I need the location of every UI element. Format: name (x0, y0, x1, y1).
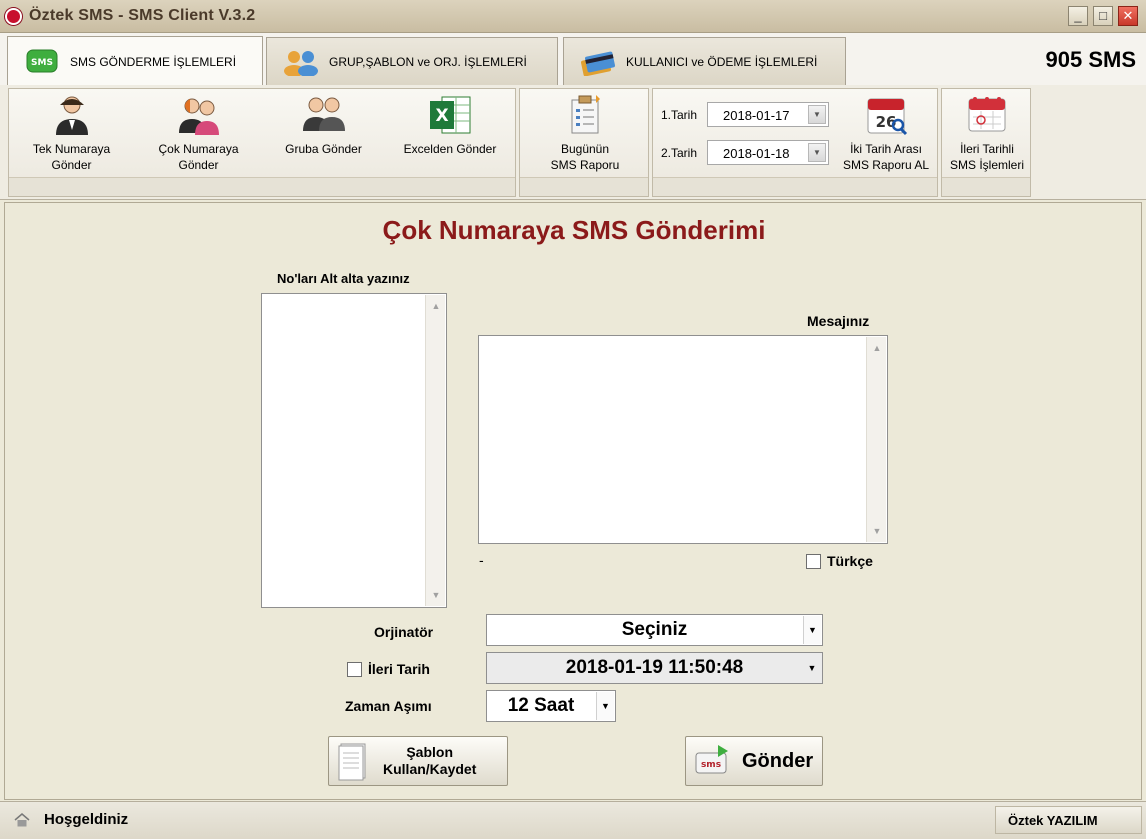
originator-label: Orjinatör (374, 624, 434, 640)
report-icon (563, 93, 607, 137)
single-number-send-button[interactable]: Tek Numaraya Gönder (19, 93, 124, 173)
ribbon: Tek Numaraya Gönder Çok Numaraya Gönder … (0, 85, 1146, 200)
button-label: İleri Tarihli (960, 142, 1014, 156)
button-label: Excelden Gönder (403, 142, 497, 156)
scroll-up-icon[interactable]: ▲ (869, 339, 885, 357)
tab-sms-sending[interactable]: SMS SMS GÖNDERME İŞLEMLERİ (7, 36, 263, 86)
button-label: Gönder (51, 158, 92, 172)
user-icon (50, 93, 94, 137)
date1-picker[interactable]: 2018-01-17 ▼ (707, 102, 829, 127)
char-counter: - (479, 552, 484, 568)
button-label: Tek Numaraya (32, 142, 111, 156)
home-icon (14, 813, 30, 827)
send-button-label: Gönder (742, 749, 814, 772)
sms-bubble-icon: SMS (22, 47, 62, 77)
turkish-label: Türkçe (827, 553, 873, 569)
send-button[interactable]: sms Gönder (685, 736, 823, 786)
scheduled-sms-button[interactable]: İleri Tarihli SMS İşlemleri (944, 93, 1030, 173)
message-scrollbar[interactable]: ▲ ▼ (866, 337, 886, 542)
template-label-line1: Şablon (406, 744, 454, 760)
button-label: SMS İşlemleri (949, 158, 1024, 172)
template-document-icon (335, 741, 375, 781)
button-label: Çok Numaraya (158, 142, 239, 156)
calendar-icon (965, 93, 1009, 137)
today-report-button[interactable]: Bugünün SMS Raporu (530, 93, 640, 173)
originator-select[interactable]: Seçiniz ▼ (486, 614, 823, 646)
timeout-label: Zaman Aşımı (345, 698, 432, 714)
chevron-down-icon[interactable]: ▼ (808, 143, 826, 162)
ribbon-group-send: Tek Numaraya Gönder Çok Numaraya Gönder … (8, 88, 516, 197)
multi-number-send-button[interactable]: Çok Numaraya Gönder (146, 93, 251, 173)
sms-send-icon: sms (694, 743, 734, 779)
button-label: Gönder (178, 158, 219, 172)
button-label: Gruba Gönder (285, 142, 362, 156)
date1-label: 1.Tarih (661, 108, 698, 122)
group-icon (302, 93, 346, 137)
status-company: Öztek YAZILIM (995, 806, 1142, 834)
range-report-button[interactable]: 26 İki Tarih Arası SMS Raporu AL (837, 93, 935, 173)
button-label: SMS Raporu (550, 158, 620, 172)
app-logo-icon (5, 8, 22, 25)
turkish-checkbox[interactable] (806, 554, 821, 569)
future-date-label: İleri Tarih (368, 661, 430, 677)
ribbon-group-scheduled: İleri Tarihli SMS İşlemleri (941, 88, 1031, 197)
status-welcome: Hoşgeldiniz (44, 811, 129, 828)
tab-label: KULLANICI ve ÖDEME İŞLEMLERİ (626, 54, 818, 69)
template-button[interactable]: Şablon Kullan/Kaydet (328, 736, 508, 786)
close-button[interactable]: ✕ (1118, 6, 1138, 26)
tab-label: GRUP,ŞABLON ve ORJ. İŞLEMLERİ (329, 54, 527, 69)
calendar-search-icon: 26 (864, 93, 908, 137)
future-date-value: 2018-01-19 11:50:48 (565, 657, 744, 678)
credit-cards-icon (578, 47, 618, 77)
excel-send-button[interactable]: X Excelden Gönder (395, 93, 505, 157)
ribbon-group-date-range: 1.Tarih 2018-01-17 ▼ 2.Tarih 2018-01-18 … (652, 88, 938, 197)
window-title: Öztek SMS - SMS Client V.3.2 (29, 7, 256, 24)
group-send-button[interactable]: Gruba Gönder (271, 93, 376, 157)
timeout-select[interactable]: 12 Saat ▼ (486, 690, 616, 722)
ribbon-group-today-report: Bugünün SMS Raporu (519, 88, 649, 197)
numbers-label: No'ları Alt alta yazınız (277, 271, 410, 286)
date2-value: 2018-01-18 (723, 146, 790, 161)
svg-text:sms: sms (701, 760, 721, 770)
message-textarea[interactable]: ▲ ▼ (478, 335, 888, 544)
title-bar: Öztek SMS - SMS Client V.3.2 _ □ ✕ (0, 0, 1146, 33)
tab-label: SMS GÖNDERME İŞLEMLERİ (70, 54, 237, 69)
button-label: Bugünün (560, 142, 610, 156)
chevron-down-icon[interactable]: ▼ (596, 692, 614, 720)
date2-picker[interactable]: 2018-01-18 ▼ (707, 140, 829, 165)
group-people-icon (281, 47, 321, 77)
scroll-up-icon[interactable]: ▲ (428, 297, 444, 315)
chevron-down-icon[interactable]: ▼ (803, 616, 821, 644)
numbers-textarea[interactable]: ▲ ▼ (261, 293, 447, 608)
message-label: Mesajınız (807, 313, 870, 329)
future-date-picker[interactable]: 2018-01-19 11:50:48 ▼ (486, 652, 823, 684)
maximize-button[interactable]: □ (1093, 6, 1113, 26)
timeout-value: 12 Saat (507, 695, 575, 716)
originator-value: Seçiniz (621, 619, 688, 640)
date1-value: 2018-01-17 (723, 108, 790, 123)
minimize-button[interactable]: _ (1068, 6, 1088, 26)
chevron-down-icon[interactable]: ▼ (803, 654, 821, 682)
main-panel: Çok Numaraya SMS Gönderimi No'ları Alt a… (4, 202, 1142, 800)
button-label: SMS Raporu AL (842, 158, 930, 172)
svg-text:SMS: SMS (31, 58, 53, 68)
template-label-line2: Kullan/Kaydet (383, 761, 477, 777)
tab-groups-templates[interactable]: GRUP,ŞABLON ve ORJ. İŞLEMLERİ (266, 37, 558, 85)
numbers-scrollbar[interactable]: ▲ ▼ (425, 295, 445, 606)
page-title: Çok Numaraya SMS Gönderimi (382, 215, 766, 245)
scroll-down-icon[interactable]: ▼ (869, 522, 885, 540)
button-label: İki Tarih Arası (850, 142, 922, 156)
tab-strip: SMS SMS GÖNDERME İŞLEMLERİ GRUP,ŞABLON v… (0, 33, 1146, 86)
excel-icon: X (428, 93, 472, 137)
svg-text:X: X (435, 106, 448, 126)
sms-balance: 905 SMS (1045, 47, 1137, 72)
date2-label: 2.Tarih (661, 146, 698, 160)
status-bar: Hoşgeldiniz Öztek YAZILIM (0, 801, 1146, 839)
future-date-checkbox[interactable] (347, 662, 362, 677)
scroll-down-icon[interactable]: ▼ (428, 586, 444, 604)
chevron-down-icon[interactable]: ▼ (808, 105, 826, 124)
users-icon (177, 93, 221, 137)
tab-user-payment[interactable]: KULLANICI ve ÖDEME İŞLEMLERİ (563, 37, 846, 85)
